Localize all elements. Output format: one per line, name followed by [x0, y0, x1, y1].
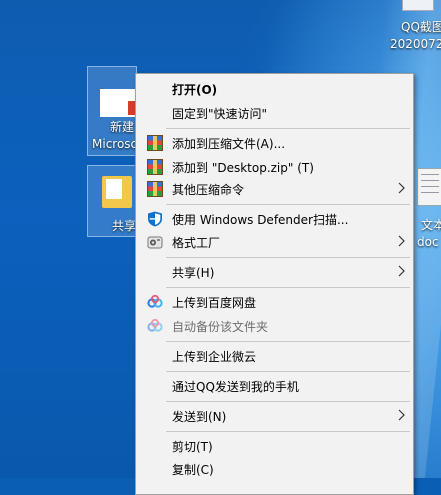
- baidu-netdisk-icon: [147, 318, 163, 332]
- chevron-right-icon: [398, 409, 405, 421]
- menu-item-upload-baidu-netdisk[interactable]: 上传到百度网盘: [136, 291, 413, 313]
- menu-item-share[interactable]: 共享(H): [136, 261, 413, 283]
- format-factory-icon: [147, 236, 163, 249]
- winrar-icon: [147, 181, 163, 197]
- chevron-right-icon: [398, 265, 405, 277]
- menu-item-label: 添加到 "Desktop.zip" (T): [172, 161, 314, 175]
- menu-item-pin-quick-access[interactable]: 固定到"快速访问": [136, 102, 413, 124]
- menu-item-label: 添加到压缩文件(A)...: [172, 137, 286, 151]
- menu-item-label: 剪切(T): [172, 440, 213, 454]
- desktop-icon-label: 2020072: [390, 37, 441, 51]
- menu-separator: [166, 371, 410, 372]
- document-thumbnail-icon: [100, 89, 140, 117]
- menu-item-label: 共享(H): [172, 266, 215, 280]
- desktop-icon-label: QQ截图: [401, 20, 441, 34]
- menu-item-label: 其他压缩命令: [172, 183, 245, 197]
- desktop-icon-label: Microsc: [92, 137, 138, 151]
- menu-separator: [166, 431, 410, 432]
- menu-item-label: 打开(O): [172, 83, 218, 97]
- desktop-icon-share-folder[interactable]: 共享: [87, 165, 137, 237]
- menu-separator: [166, 204, 410, 205]
- menu-item-label: 上传到百度网盘: [172, 296, 257, 310]
- chevron-right-icon: [398, 182, 405, 194]
- menu-item-upload-weiyun[interactable]: 上传到企业微云: [136, 345, 413, 367]
- menu-item-add-to-archive[interactable]: 添加到压缩文件(A)...: [136, 132, 413, 154]
- menu-item-open[interactable]: 打开(O): [136, 78, 413, 100]
- baidu-netdisk-icon: [147, 294, 163, 308]
- menu-separator: [166, 341, 410, 342]
- menu-item-send-via-qq[interactable]: 通过QQ发送到我的手机: [136, 375, 413, 397]
- menu-item-label: 使用 Windows Defender扫描...: [172, 213, 349, 227]
- menu-item-label: 上传到企业微云: [172, 350, 257, 364]
- image-thumbnail-icon: [402, 0, 434, 11]
- desktop-icon-qq-screenshot[interactable]: QQ截图 2020072: [380, 0, 441, 54]
- menu-item-label: 通过QQ发送到我的手机: [172, 380, 299, 394]
- windows-defender-shield-icon: [148, 211, 162, 227]
- menu-item-auto-backup-folder[interactable]: 自动备份该文件夹: [136, 315, 413, 337]
- menu-separator: [166, 287, 410, 288]
- desktop-icon-label: 新建: [110, 120, 135, 134]
- menu-separator: [166, 401, 410, 402]
- desktop-icon-label: 文本: [421, 218, 441, 232]
- menu-item-other-compress-commands[interactable]: 其他压缩命令: [136, 178, 413, 200]
- menu-separator: [166, 257, 410, 258]
- menu-item-label: 发送到(N): [172, 410, 227, 424]
- winrar-icon: [147, 159, 163, 175]
- menu-separator: [166, 128, 410, 129]
- folder-icon: [102, 176, 132, 208]
- text-document-icon: [417, 168, 441, 206]
- menu-item-cut[interactable]: 剪切(T): [136, 435, 413, 457]
- desktop-icon-new-file[interactable]: 新建 Microsc: [87, 66, 140, 156]
- winrar-icon: [147, 135, 163, 151]
- menu-item-label: 复制(C): [172, 463, 214, 477]
- desktop-icon-label: doc: [417, 235, 439, 249]
- menu-item-label: 固定到"快速访问": [172, 107, 268, 121]
- menu-item-format-factory[interactable]: 格式工厂: [136, 231, 413, 253]
- desktop-icon-label: 共享: [112, 219, 137, 233]
- chevron-right-icon: [398, 235, 405, 247]
- menu-item-windows-defender-scan[interactable]: 使用 Windows Defender扫描...: [136, 208, 413, 230]
- menu-item-add-to-desktop-zip[interactable]: 添加到 "Desktop.zip" (T): [136, 156, 413, 178]
- menu-item-send-to[interactable]: 发送到(N): [136, 405, 413, 427]
- context-menu: 打开(O) 固定到"快速访问" 添加到压缩文件(A)... 添加到 "Deskt…: [135, 73, 414, 495]
- menu-item-copy[interactable]: 复制(C): [136, 458, 413, 480]
- menu-item-label: 自动备份该文件夹: [172, 320, 269, 334]
- menu-item-label: 格式工厂: [172, 236, 221, 250]
